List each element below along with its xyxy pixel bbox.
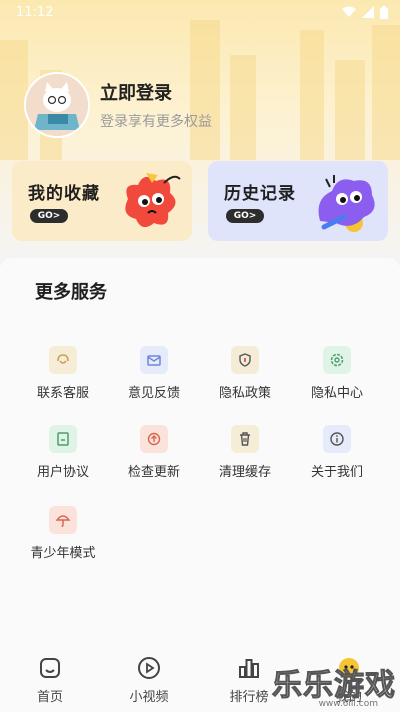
login-entry[interactable]: 立即登录 登录享有更多权益 xyxy=(24,72,212,138)
status-time: 11:12 xyxy=(16,4,54,20)
red-flower-mascot-icon xyxy=(125,173,181,228)
history-card-title: 历史记录 xyxy=(224,184,296,204)
history-card[interactable]: 历史记录 GO> xyxy=(208,161,388,241)
signal-icon xyxy=(362,6,374,18)
feedback-mail-icon xyxy=(140,346,168,374)
purple-blob-mascot-icon xyxy=(318,175,375,232)
service-user-agreement[interactable]: 用户协议 xyxy=(18,425,108,480)
more-services-panel: 更多服务 联系客服 意见反馈 隐私政策 隐私中心 用户协议 检查更新 清理缓存 … xyxy=(0,258,400,648)
status-bar: 11:12 xyxy=(0,0,400,24)
favorites-go-button[interactable]: GO> xyxy=(30,209,68,223)
shield-icon xyxy=(231,346,259,374)
watermark-url: www.6lil.com xyxy=(318,699,378,709)
service-about-us[interactable]: 关于我们 xyxy=(292,425,382,480)
tab-home[interactable]: 首页 xyxy=(15,656,85,705)
agreement-icon xyxy=(49,425,77,453)
umbrella-icon xyxy=(49,506,77,534)
history-go-button[interactable]: GO> xyxy=(226,209,264,223)
service-privacy-center[interactable]: 隐私中心 xyxy=(292,346,382,401)
service-clear-cache[interactable]: 清理缓存 xyxy=(200,425,290,480)
home-icon xyxy=(40,658,60,678)
ranking-icon xyxy=(239,659,259,678)
gear-icon xyxy=(323,346,351,374)
favorites-card-title: 我的收藏 xyxy=(28,184,100,204)
customer-service-icon xyxy=(49,346,77,374)
service-check-update[interactable]: 检查更新 xyxy=(109,425,199,480)
avatar[interactable] xyxy=(24,72,90,138)
tab-short-video[interactable]: 小视频 xyxy=(114,656,184,705)
favorites-card[interactable]: 我的收藏 GO> xyxy=(12,161,192,241)
battery-icon xyxy=(380,5,388,19)
service-feedback[interactable]: 意见反馈 xyxy=(109,346,199,401)
play-icon xyxy=(138,657,160,679)
service-teen-mode[interactable]: 青少年模式 xyxy=(18,506,108,561)
watermark-logo: 乐乐游戏 xyxy=(272,668,396,704)
login-subtitle: 登录享有更多权益 xyxy=(100,114,212,130)
services-title: 更多服务 xyxy=(35,282,107,303)
service-contact-support[interactable]: 联系客服 xyxy=(18,346,108,401)
wifi-icon xyxy=(342,6,356,17)
login-title[interactable]: 立即登录 xyxy=(100,79,212,105)
cat-avatar-icon xyxy=(26,74,88,136)
service-privacy-policy[interactable]: 隐私政策 xyxy=(200,346,290,401)
trash-icon xyxy=(231,425,259,453)
info-icon xyxy=(323,425,351,453)
update-arrow-icon xyxy=(140,425,168,453)
